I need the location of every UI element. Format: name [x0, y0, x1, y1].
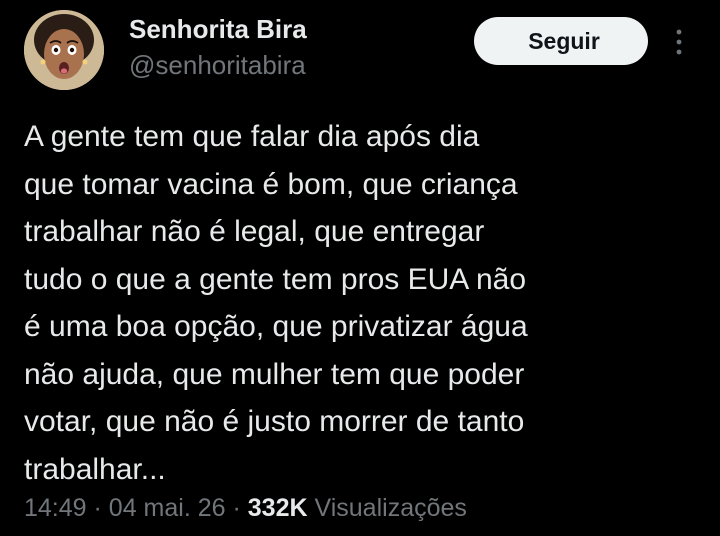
avatar[interactable]: [24, 10, 104, 90]
tweet-text-line: não ajuda, que mulher tem que poder: [24, 357, 525, 391]
meta-separator: ·: [232, 494, 241, 522]
tweet-card: Senhorita Bira @senhoritabira Seguir A g…: [0, 0, 720, 536]
display-name[interactable]: Senhorita Bira: [129, 14, 307, 45]
views-count[interactable]: 332K: [248, 494, 308, 522]
tweet-meta: 14:49 · 04 mai. 26 · 332K Visualizações: [24, 494, 467, 523]
tweet-text-line: que tomar vacina é bom, que criança: [24, 167, 518, 201]
tweet-date[interactable]: 04 mai. 26: [109, 494, 226, 522]
tweet-text-line: é uma boa opção, que privatizar água: [24, 310, 528, 343]
meta-separator: ·: [93, 494, 102, 522]
more-vertical-icon[interactable]: [669, 26, 689, 58]
tweet-text-line: trabalhar não é legal, que entregar: [24, 215, 485, 248]
views-label: Visualizações: [314, 494, 467, 522]
tweet-text-line: trabalhar...: [24, 452, 166, 486]
avatar-image: [24, 10, 104, 90]
tweet-text-line: votar, que não é justo morrer de tanto: [24, 405, 525, 438]
tweet-text-line: tudo o que a gente tem pros EUA não: [24, 262, 527, 296]
user-handle[interactable]: @senhoritabira: [129, 50, 306, 81]
tweet-time[interactable]: 14:49: [24, 494, 87, 522]
tweet-text: A gente tem que falar dia após dia que t…: [24, 113, 704, 493]
follow-button[interactable]: Seguir: [474, 17, 648, 65]
follow-button-label: Seguir: [528, 27, 600, 54]
tweet-text-line: A gente tem que falar dia após dia: [24, 120, 480, 153]
